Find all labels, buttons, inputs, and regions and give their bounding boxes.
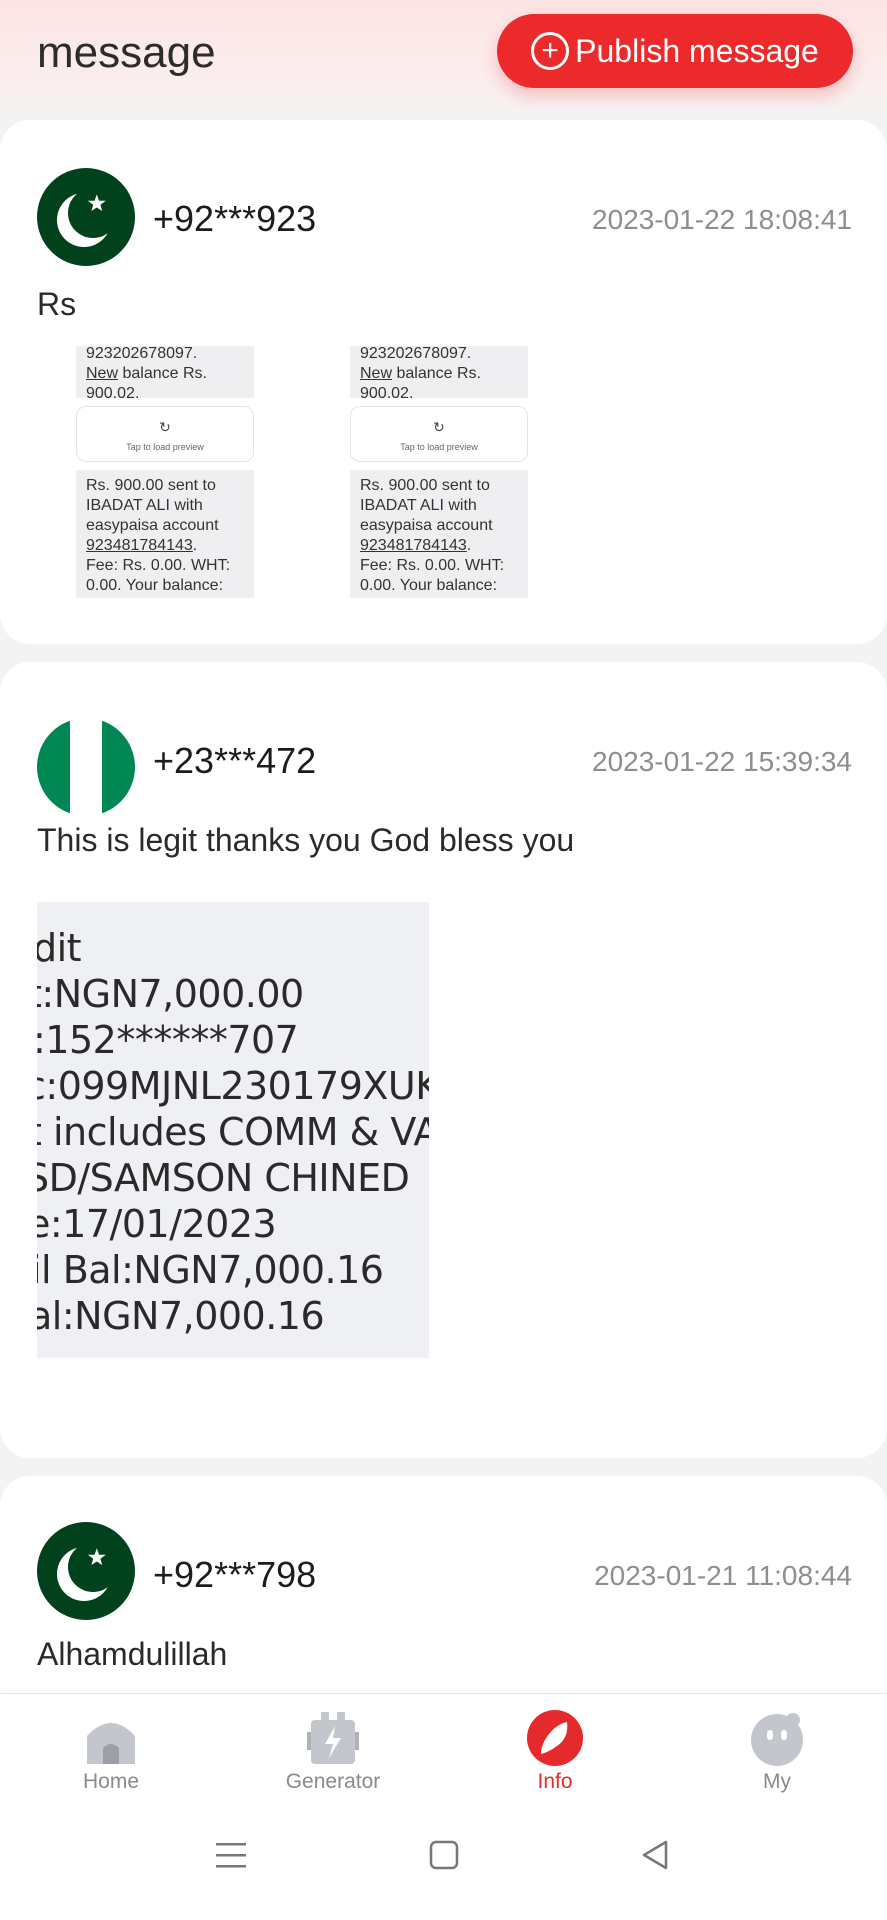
poster-phone: +23***472	[153, 740, 317, 781]
post-card[interactable]: +23***472 2023-01-22 15:39:34 This is le…	[0, 662, 887, 1458]
refresh-icon: ↻	[159, 419, 171, 435]
profile-face-icon	[751, 1713, 803, 1766]
poster-phone: +92***923	[153, 198, 317, 239]
tap-to-load-preview: ↻ Tap to load preview	[350, 406, 528, 462]
post-timestamp: 2023-01-22 18:08:41	[592, 204, 852, 235]
publish-message-button[interactable]: + Publish message	[497, 14, 853, 88]
receipt-line: t includes COMM & VAT	[37, 1110, 429, 1154]
nav-my[interactable]: My	[697, 1708, 857, 1794]
post-text: This is legit thanks you God bless you	[37, 822, 575, 858]
post-timestamp: 2023-01-21 11:08:44	[594, 1560, 852, 1591]
system-navigation-bar	[0, 1830, 887, 1900]
page-title: message	[37, 28, 216, 77]
receipt-line: t:NGN7,000.00	[37, 972, 304, 1016]
generator-icon	[307, 1712, 359, 1764]
nigeria-flag-icon	[37, 718, 135, 816]
plus-circle-icon: +	[531, 32, 570, 70]
post-timestamp: 2023-01-22 15:39:34	[592, 746, 852, 777]
publish-message-label: Publish message	[575, 32, 819, 69]
receipt-line: SD/SAMSON CHINED	[37, 1156, 410, 1200]
receipt-line: dit	[37, 926, 82, 970]
receipt-line: :152******707	[37, 1018, 299, 1062]
post-image-receipt[interactable]: dit t:NGN7,000.00 :152******707 c:099MJN…	[37, 902, 429, 1358]
poster-phone: +92***798	[153, 1554, 317, 1595]
nav-info[interactable]: Info	[475, 1708, 635, 1794]
nav-home[interactable]: Home	[31, 1708, 191, 1794]
post-card[interactable]: +92***798 2023-01-21 11:08:44 Alhamdulil…	[0, 1476, 887, 1716]
refresh-icon: ↻	[433, 419, 445, 435]
receipt-line: al:NGN7,000.16	[37, 1294, 325, 1338]
post-image-thumbnail[interactable]: 923202678097. New balance Rs. 900.02. ↻ …	[76, 346, 254, 598]
receipt-line: il Bal:NGN7,000.16	[37, 1248, 384, 1292]
receipt-line: e:17/01/2023	[37, 1202, 277, 1246]
nav-generator[interactable]: Generator	[253, 1708, 413, 1794]
post-card[interactable]: +92***923 2023-01-22 18:08:41 Rs 9232026…	[0, 120, 887, 644]
post-text: Rs	[37, 286, 77, 322]
receipt-line: c:099MJNL230179XUK	[37, 1064, 429, 1108]
pakistan-flag-icon	[37, 168, 135, 266]
home-icon	[87, 1723, 135, 1764]
top-bar: message + Publish message	[0, 0, 887, 120]
pakistan-flag-icon	[37, 1522, 135, 1620]
back-icon[interactable]	[638, 1838, 672, 1872]
tap-to-load-preview: ↻ Tap to load preview	[76, 406, 254, 462]
post-text: Alhamdulillah	[37, 1636, 228, 1672]
info-compass-icon	[527, 1710, 583, 1766]
home-square-icon[interactable]	[427, 1838, 461, 1872]
post-image-thumbnail[interactable]: 923202678097. New balance Rs. 900.02. ↻ …	[350, 346, 528, 598]
menu-icon[interactable]	[214, 1838, 248, 1872]
